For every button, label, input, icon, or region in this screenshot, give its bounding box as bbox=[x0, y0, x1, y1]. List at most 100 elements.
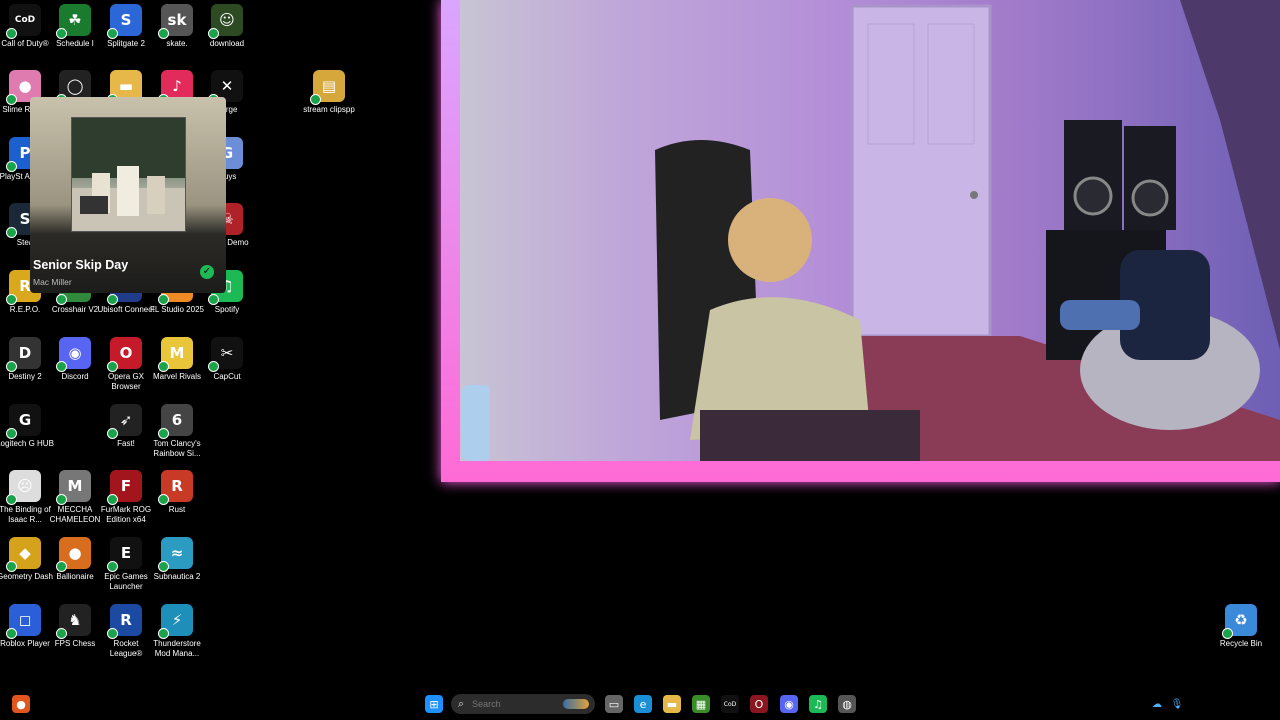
desktop-icon[interactable]: CoD Call of Duty® bbox=[0, 0, 50, 66]
desktop-icon-label: MECCHA CHAMELEON bbox=[49, 505, 101, 524]
desktop-icon[interactable]: ☹ The Binding of Isaac R... bbox=[0, 466, 51, 532]
sync-check-icon bbox=[6, 428, 17, 439]
desktop-icon[interactable]: 6 Tom Clancy's Rainbow Si... bbox=[152, 400, 202, 466]
app-icon: M bbox=[158, 337, 193, 372]
desktop-icon[interactable]: ☘ Schedule I bbox=[50, 0, 100, 66]
desktop-icon[interactable]: ◉ Discord bbox=[50, 333, 100, 399]
desktop-icon-label: Spotify bbox=[214, 305, 240, 314]
desktop-icon[interactable]: ♻ Recycle Bin bbox=[1216, 600, 1266, 666]
app-icon: sk bbox=[158, 4, 193, 39]
search-input[interactable] bbox=[470, 698, 565, 710]
file-explorer-icon[interactable]: ▬ bbox=[663, 695, 681, 713]
taskbar-search[interactable]: ⌕ bbox=[451, 694, 595, 714]
desktop-icon[interactable]: ◻ Roblox Player bbox=[0, 600, 50, 666]
desktop-icon[interactable]: O Opera GX Browser bbox=[101, 333, 151, 399]
desktop-icon[interactable]: G Logitech G HUB bbox=[0, 400, 54, 466]
now-playing-card[interactable]: Senior Skip Day Mac Miller ✓ bbox=[30, 97, 226, 293]
sync-check-icon bbox=[107, 561, 118, 572]
sync-check-icon bbox=[56, 628, 67, 639]
sync-check-icon bbox=[6, 227, 17, 238]
discord-icon[interactable]: ◉ bbox=[780, 695, 798, 713]
sync-check-icon bbox=[107, 294, 118, 305]
sync-check-icon bbox=[208, 361, 219, 372]
app-icon: ☺ bbox=[208, 4, 243, 39]
sync-check-icon bbox=[107, 361, 118, 372]
desktop-icon[interactable]: ◆ Geometry Dash bbox=[0, 533, 53, 599]
desktop-icon[interactable]: E Epic Games Launcher bbox=[101, 533, 151, 599]
desktop-icon[interactable]: ♞ FPS Chess bbox=[50, 600, 100, 666]
desktop-icon[interactable]: ⚡ Thunderstore Mod Mana... bbox=[152, 600, 202, 666]
chrome-icon[interactable]: ◍ bbox=[838, 695, 856, 713]
desktop-icon[interactable]: M Marvel Rivals bbox=[152, 333, 202, 399]
sync-check-icon bbox=[158, 28, 169, 39]
app-icon-left[interactable]: ● bbox=[12, 695, 30, 713]
network-icon[interactable]: ☁ bbox=[1148, 695, 1166, 713]
sync-check-icon bbox=[56, 561, 67, 572]
webcam-scene-image bbox=[462, 0, 1280, 461]
desktop-icon[interactable]: M MECCHA CHAMELEON bbox=[50, 466, 100, 532]
sync-check-icon bbox=[158, 428, 169, 439]
app-icon: ● bbox=[56, 537, 91, 572]
album-art-image bbox=[72, 118, 185, 231]
desktop-icon[interactable]: sk skate. bbox=[152, 0, 202, 66]
app-icon: ≈ bbox=[158, 537, 193, 572]
edge-icon[interactable]: e bbox=[634, 695, 652, 713]
desktop-icon-label: Recycle Bin bbox=[1219, 639, 1263, 648]
app-icon: S bbox=[107, 4, 142, 39]
sync-check-icon bbox=[56, 361, 67, 372]
sync-check-icon bbox=[158, 561, 169, 572]
desktop-icon[interactable]: R Rust bbox=[152, 466, 202, 532]
desktop-icon-label: Subnautica 2 bbox=[153, 572, 201, 581]
desktop-icon[interactable]: ✂ CapCut bbox=[202, 333, 252, 399]
app-icon: 6 bbox=[158, 404, 193, 439]
app-icon: ◆ bbox=[6, 537, 41, 572]
desktop-icon-label: Ballionaire bbox=[56, 572, 94, 581]
desktop-icon[interactable]: ☺ download bbox=[202, 0, 252, 66]
opera-gx-icon[interactable]: O bbox=[750, 695, 768, 713]
sync-check-icon bbox=[107, 28, 118, 39]
task-view-icon[interactable]: ▭ bbox=[605, 695, 623, 713]
app-icon: D bbox=[6, 337, 41, 372]
sync-check-icon bbox=[56, 494, 67, 505]
app-icon: F bbox=[107, 470, 142, 505]
track-artist: Mac Miller bbox=[33, 277, 72, 287]
desktop-icon[interactable]: S Splitgate 2 bbox=[101, 0, 151, 66]
start-button[interactable]: ⊞ bbox=[425, 695, 443, 713]
app-icon: R bbox=[158, 470, 193, 505]
desktop-icon-label: Rocket League® bbox=[109, 639, 143, 658]
desktop-icon-label: Opera GX Browser bbox=[107, 372, 144, 391]
desktop-icon-label: Epic Games Launcher bbox=[104, 572, 148, 591]
app-icon: ◻ bbox=[6, 604, 41, 639]
desktop-icon-label: FPS Chess bbox=[54, 639, 96, 648]
desktop-icon[interactable]: R Rocket League® bbox=[101, 600, 151, 666]
desktop-icon[interactable]: ≈ Subnautica 2 bbox=[152, 533, 202, 599]
spotify-icon[interactable]: ♫ bbox=[809, 695, 827, 713]
microphone-icon[interactable]: 🎙 bbox=[1168, 695, 1186, 713]
saved-check-icon[interactable]: ✓ bbox=[200, 265, 214, 279]
desktop-icon-label: download bbox=[209, 39, 245, 48]
search-icon: ⌕ bbox=[458, 697, 465, 710]
sync-check-icon bbox=[6, 361, 17, 372]
sync-check-icon bbox=[56, 28, 67, 39]
call-of-duty-icon[interactable]: CoD bbox=[721, 695, 739, 713]
sync-check-icon bbox=[6, 561, 17, 572]
desktop-icon[interactable]: ● Ballionaire bbox=[50, 533, 100, 599]
desktop-icon-label: Thunderstore Mod Mana... bbox=[153, 639, 201, 658]
app-icon: ✂ bbox=[208, 337, 243, 372]
desktop-icon[interactable]: ➶ Fast! bbox=[101, 400, 151, 466]
desktop-icon-label: Splitgate 2 bbox=[107, 39, 145, 48]
app-icon: ♻ bbox=[1222, 604, 1257, 639]
app-icon: ♞ bbox=[56, 604, 91, 639]
app-icon: O bbox=[107, 337, 142, 372]
sync-check-icon bbox=[6, 161, 17, 172]
sync-check-icon bbox=[56, 294, 67, 305]
app-icon: ◉ bbox=[56, 337, 91, 372]
desktop-icon[interactable]: F FurMark ROG Edition x64 bbox=[101, 466, 151, 532]
desktop-icon[interactable]: D Destiny 2 bbox=[0, 333, 50, 399]
minecraft-icon[interactable]: ▦ bbox=[692, 695, 710, 713]
desktop-icon-label: Tom Clancy's Rainbow Si... bbox=[153, 439, 201, 458]
sync-check-icon bbox=[158, 628, 169, 639]
desktop-icon[interactable]: ▤ stream clipspp bbox=[303, 66, 355, 132]
taskbar: ● ⌕ ⊞ ▭ e ▬ ▦ CoD O ◉ ♫ ◍ ☁ 🎙 bbox=[0, 688, 1280, 720]
sync-check-icon bbox=[208, 28, 219, 39]
